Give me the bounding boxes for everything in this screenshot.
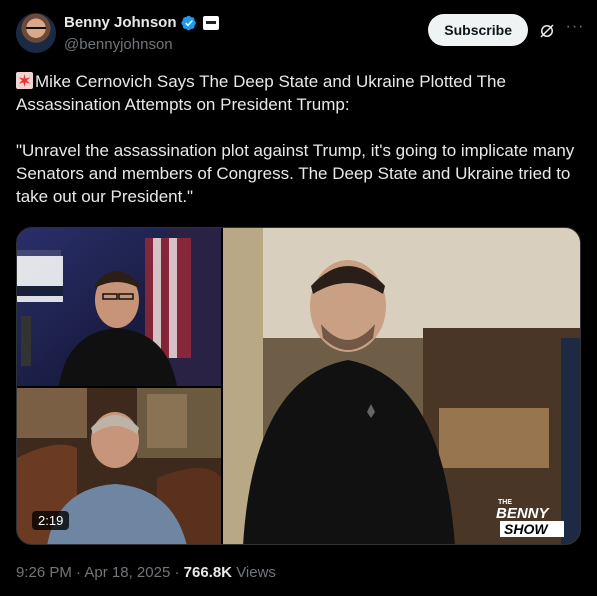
- benny-show-logo-small: [17, 256, 63, 302]
- author-handle[interactable]: @bennyjohnson: [64, 36, 173, 53]
- post-line-1: Mike Cernovich Says The Deep State and U…: [16, 70, 581, 116]
- post-meta: 9:26 PM · Apr 18, 2025 · 766.8K Views: [16, 564, 276, 581]
- author-name-row: Benny Johnson: [64, 14, 219, 31]
- grok-icon[interactable]: [538, 22, 556, 40]
- views-label[interactable]: Views: [236, 564, 276, 581]
- post-time[interactable]: 9:26 PM: [16, 564, 72, 581]
- logo-text-mid: BENNY: [496, 505, 551, 522]
- subscribe-button[interactable]: Subscribe: [428, 14, 528, 46]
- author-name[interactable]: Benny Johnson: [64, 14, 177, 31]
- meta-separator: ·: [174, 564, 180, 581]
- video-player[interactable]: 2:19 THE BENNY SHOW: [16, 227, 581, 545]
- more-icon[interactable]: ···: [565, 19, 585, 40]
- siren-emoji-icon: [16, 72, 33, 89]
- post-text: Mike Cernovich Says The Deep State and U…: [16, 70, 581, 208]
- logo-text-bottom: SHOW: [504, 521, 549, 537]
- views-count[interactable]: 766.8K: [184, 564, 232, 581]
- video-pane-host: [17, 228, 221, 386]
- avatar[interactable]: [16, 13, 56, 53]
- affiliate-badge-icon[interactable]: [202, 15, 219, 30]
- video-duration: 2:19: [32, 511, 70, 530]
- verified-badge-icon: [180, 15, 196, 30]
- post-header: Benny Johnson @bennyjohnson Subscribe ··…: [16, 12, 585, 56]
- meta-separator: ·: [76, 564, 82, 581]
- benny-show-logo: THE BENNY SHOW: [496, 496, 568, 538]
- post-date[interactable]: Apr 18, 2025: [84, 564, 170, 581]
- post-line-2: "Unravel the assassination plot against …: [16, 141, 575, 206]
- post-line-1-text: Mike Cernovich Says The Deep State and U…: [16, 72, 506, 114]
